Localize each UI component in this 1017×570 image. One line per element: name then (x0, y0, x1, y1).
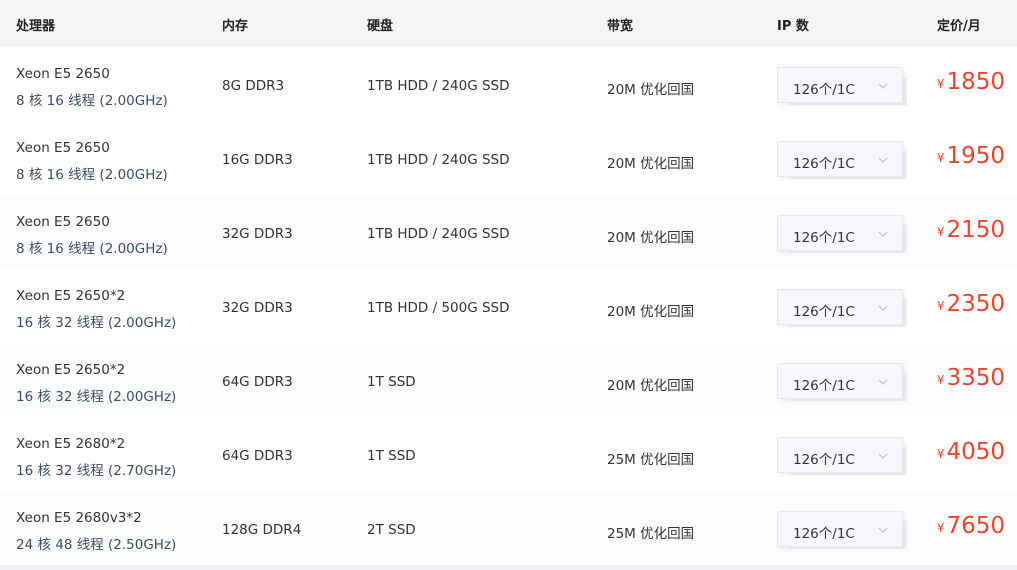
table-row: Xeon E5 2650 8 核 16 线程 (2.00GHz) 8G DDR3… (0, 47, 1017, 121)
price-amount: 7650 (946, 513, 1005, 539)
monthly-price: ¥3350 (937, 365, 1005, 391)
cpu-cores-threads: 16 核 32 线程 (2.00GHz) (16, 315, 177, 331)
price-amount: 4050 (946, 439, 1005, 465)
ip-count-select[interactable]: 126个/1C (777, 215, 903, 251)
header-price: 定价/月 (937, 19, 981, 34)
ip-count-value: 126个/1C (793, 82, 855, 98)
cpu-model: Xeon E5 2680*2 (16, 436, 126, 452)
table-row: Xeon E5 2650*2 16 核 32 线程 (2.00GHz) 64G … (0, 343, 1017, 417)
ip-count-value: 126个/1C (793, 156, 855, 172)
ip-count-select[interactable]: 126个/1C (777, 363, 903, 399)
ip-count-value: 126个/1C (793, 304, 855, 320)
currency-symbol: ¥ (936, 225, 945, 239)
cpu-model: Xeon E5 2650 (16, 140, 110, 156)
cpu-cores-threads: 24 核 48 线程 (2.50GHz) (16, 537, 177, 553)
bandwidth-value: 20M 优化回国 (607, 378, 695, 394)
header-memory: 内存 (222, 19, 249, 34)
monthly-price: ¥2150 (937, 217, 1005, 243)
cpu-model: Xeon E5 2650*2 (16, 362, 126, 378)
memory-value: 32G DDR3 (222, 226, 293, 242)
chevron-down-icon (878, 157, 888, 163)
cpu-cores-threads: 8 核 16 线程 (2.00GHz) (16, 241, 168, 257)
ip-count-select[interactable]: 126个/1C (777, 511, 903, 547)
chevron-down-icon (878, 83, 888, 89)
bandwidth-value: 25M 优化回国 (607, 452, 695, 468)
ip-count-select[interactable]: 126个/1C (777, 67, 903, 103)
currency-symbol: ¥ (936, 447, 945, 461)
disk-value: 1TB HDD / 240G SSD (367, 226, 510, 242)
price-amount: 2350 (946, 291, 1005, 317)
cpu-model: Xeon E5 2650*2 (16, 288, 126, 304)
memory-value: 64G DDR3 (222, 374, 293, 390)
currency-symbol: ¥ (936, 151, 945, 165)
price-amount: 2150 (946, 217, 1005, 243)
cpu-cores-threads: 16 核 32 线程 (2.70GHz) (16, 463, 177, 479)
header-cpu: 处理器 (16, 19, 56, 34)
bandwidth-value: 20M 优化回国 (607, 82, 695, 98)
memory-value: 64G DDR3 (222, 448, 293, 464)
memory-value: 32G DDR3 (222, 300, 293, 316)
memory-value: 16G DDR3 (222, 152, 293, 168)
header-ip: IP 数 (777, 19, 809, 34)
monthly-price: ¥4050 (937, 439, 1005, 465)
table-row: Xeon E5 2650 8 核 16 线程 (2.00GHz) 32G DDR… (0, 195, 1017, 269)
disk-value: 1TB HDD / 240G SSD (367, 78, 510, 94)
chevron-down-icon (878, 527, 888, 533)
ip-count-value: 126个/1C (793, 526, 855, 542)
chevron-down-icon (878, 231, 888, 237)
ip-count-value: 126个/1C (793, 378, 855, 394)
cpu-cores-threads: 8 核 16 线程 (2.00GHz) (16, 93, 168, 109)
disk-value: 1TB HDD / 500G SSD (367, 300, 510, 316)
memory-value: 8G DDR3 (222, 78, 285, 94)
cpu-model: Xeon E5 2650 (16, 214, 110, 230)
cpu-cores-threads: 16 核 32 线程 (2.00GHz) (16, 389, 177, 405)
ip-count-value: 126个/1C (793, 452, 855, 468)
table-row: Xeon E5 2680*2 16 核 32 线程 (2.70GHz) 64G … (0, 417, 1017, 491)
price-amount: 1850 (946, 69, 1005, 95)
header-disk: 硬盘 (367, 19, 394, 34)
table-row: Xeon E5 2650 8 核 16 线程 (2.00GHz) 16G DDR… (0, 121, 1017, 195)
monthly-price: ¥1950 (937, 143, 1005, 169)
monthly-price: ¥7650 (937, 513, 1005, 539)
disk-value: 1T SSD (367, 374, 416, 390)
cpu-model: Xeon E5 2650 (16, 66, 110, 82)
disk-value: 1TB HDD / 240G SSD (367, 152, 510, 168)
chevron-down-icon (878, 305, 888, 311)
bandwidth-value: 20M 优化回国 (607, 304, 695, 320)
monthly-price: ¥2350 (937, 291, 1005, 317)
header-bandwidth: 带宽 (607, 19, 634, 34)
currency-symbol: ¥ (936, 299, 945, 313)
memory-value: 128G DDR4 (222, 522, 302, 538)
currency-symbol: ¥ (936, 521, 945, 535)
server-pricing-table: 处理器 内存 硬盘 带宽 IP 数 定价/月 Xeon E5 2650 8 核 … (0, 0, 1017, 565)
bandwidth-value: 20M 优化回国 (607, 230, 695, 246)
ip-count-select[interactable]: 126个/1C (777, 141, 903, 177)
table-row: Xeon E5 2680v3*2 24 核 48 线程 (2.50GHz) 12… (0, 491, 1017, 565)
monthly-price: ¥1850 (937, 69, 1005, 95)
table-row: Xeon E5 2650*2 16 核 32 线程 (2.00GHz) 32G … (0, 269, 1017, 343)
price-amount: 1950 (946, 143, 1005, 169)
bandwidth-value: 20M 优化回国 (607, 156, 695, 172)
bandwidth-value: 25M 优化回国 (607, 526, 695, 542)
disk-value: 1T SSD (367, 448, 416, 464)
table-body: Xeon E5 2650 8 核 16 线程 (2.00GHz) 8G DDR3… (0, 47, 1017, 565)
currency-symbol: ¥ (936, 373, 945, 387)
chevron-down-icon (878, 453, 888, 459)
ip-count-select[interactable]: 126个/1C (777, 437, 903, 473)
disk-value: 2T SSD (367, 522, 416, 538)
currency-symbol: ¥ (936, 77, 945, 91)
price-amount: 3350 (946, 365, 1005, 391)
table-header: 处理器 内存 硬盘 带宽 IP 数 定价/月 (0, 0, 1017, 47)
table-bottom-edge (0, 565, 1017, 570)
ip-count-value: 126个/1C (793, 230, 855, 246)
chevron-down-icon (878, 379, 888, 385)
cpu-cores-threads: 8 核 16 线程 (2.00GHz) (16, 167, 168, 183)
cpu-model: Xeon E5 2680v3*2 (16, 510, 142, 526)
ip-count-select[interactable]: 126个/1C (777, 289, 903, 325)
